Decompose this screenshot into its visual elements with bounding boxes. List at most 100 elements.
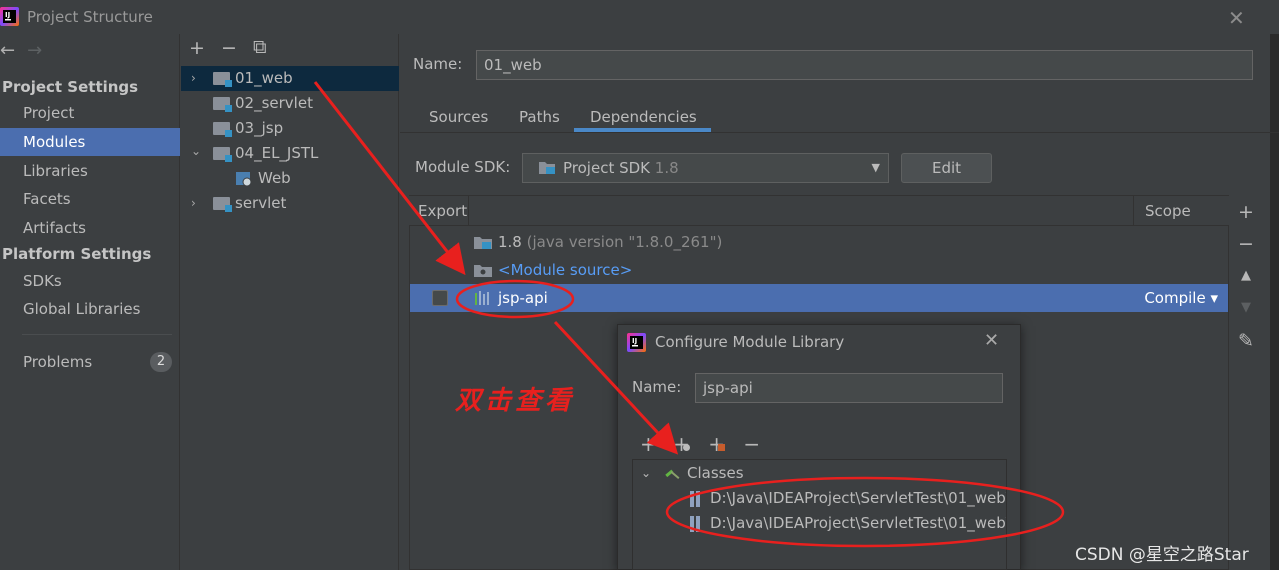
module-tree-item-servlet[interactable]: › servlet — [181, 191, 399, 216]
move-down-icon[interactable]: ▼ — [1234, 300, 1258, 315]
sdk-version: 1.8 — [654, 159, 679, 177]
remove-dependency-icon[interactable]: − — [1234, 233, 1258, 255]
module-tree-item-01-web[interactable]: › 01_web — [181, 66, 399, 91]
csdn-watermark: CSDN @星空之路Star — [1075, 545, 1249, 565]
module-folder-icon — [213, 97, 232, 112]
class-path-item[interactable]: D:\Java\IDEAProject\ServletTest\01_web\ — [633, 511, 1006, 536]
dependency-name: 1.8 (java version "1.8.0_261") — [498, 233, 723, 251]
attach-classes-icon[interactable]: + — [673, 432, 691, 456]
nav-arrows: ← → — [0, 40, 42, 61]
classes-label: Classes — [687, 464, 744, 482]
intellij-logo-icon: IJ — [627, 333, 646, 352]
chevron-right-icon[interactable]: › — [191, 66, 196, 91]
module-folder-icon — [213, 147, 232, 162]
tab-sources[interactable]: Sources — [429, 107, 488, 133]
classes-hammer-icon — [665, 469, 680, 479]
web-facet-icon — [236, 172, 252, 187]
library-name-input[interactable]: jsp-api — [695, 373, 1003, 403]
window-title: Project Structure — [27, 8, 153, 26]
module-sdk-dropdown[interactable]: Project SDK 1.8 ▼ — [522, 153, 889, 183]
column-header-export[interactable]: Export — [418, 202, 467, 220]
dependency-row-jsp-api[interactable]: jsp-api Compile ▾ — [410, 284, 1228, 312]
project-settings-header: Project Settings — [2, 78, 139, 96]
library-toolbar: + + + − — [640, 432, 760, 456]
module-tree-item-02-servlet[interactable]: 02_servlet — [181, 91, 399, 116]
sdk-value: Project SDK — [563, 159, 650, 177]
chevron-right-icon[interactable]: › — [191, 191, 196, 216]
add-dependency-icon[interactable]: + — [1234, 201, 1258, 223]
sidebar-item-artifacts[interactable]: Artifacts — [0, 214, 180, 242]
library-name-label: Name: — [632, 378, 682, 396]
module-label: servlet — [235, 194, 287, 212]
export-checkbox[interactable] — [432, 290, 448, 306]
intellij-logo-icon: IJ — [0, 7, 19, 26]
jar-icon — [690, 491, 700, 507]
remove-icon[interactable]: − — [743, 432, 760, 456]
module-label: 04_EL_JSTL — [235, 144, 319, 162]
dependencies-table-header — [409, 196, 1229, 226]
class-path-text: D:\Java\IDEAProject\ServletTest\01_web\ — [710, 489, 1006, 507]
problems-count-badge: 2 — [150, 352, 172, 372]
platform-settings-header: Platform Settings — [2, 245, 152, 263]
dialog-title: Configure Module Library — [655, 333, 845, 351]
copy-module-icon[interactable]: ⧉ — [253, 36, 267, 58]
attach-jar-icon[interactable]: + — [708, 432, 726, 456]
classes-root-node[interactable]: ⌄ Classes — [633, 461, 1006, 486]
sidebar-item-sdks[interactable]: SDKs — [0, 267, 180, 295]
chevron-down-icon[interactable]: ⌄ — [191, 139, 201, 164]
svg-text:IJ: IJ — [5, 11, 10, 19]
dependency-name: jsp-api — [498, 289, 548, 307]
class-path-text: D:\Java\IDEAProject\ServletTest\01_web\ — [710, 514, 1006, 532]
sidebar-item-facets[interactable]: Facets — [0, 185, 180, 213]
module-name-input[interactable]: 01_web — [476, 50, 1253, 80]
dependency-row-module-source[interactable]: <Module source> — [410, 256, 1228, 284]
sidebar-item-global-libraries[interactable]: Global Libraries — [0, 295, 180, 323]
column-header-scope[interactable]: Scope — [1145, 202, 1191, 220]
add-icon[interactable]: + — [640, 432, 657, 456]
remove-module-icon[interactable]: − — [221, 37, 237, 59]
title-bar — [0, 0, 1279, 34]
jar-icon — [690, 516, 700, 532]
module-folder-icon — [213, 197, 232, 212]
forward-arrow-icon[interactable]: → — [27, 40, 42, 61]
chevron-down-icon[interactable]: ⌄ — [641, 461, 651, 486]
module-name-label: Name: — [413, 55, 463, 73]
library-icon — [475, 291, 489, 305]
window-close-button[interactable]: ✕ — [1228, 6, 1245, 30]
scope-dropdown[interactable]: Compile ▾ — [1144, 284, 1218, 312]
tab-paths[interactable]: Paths — [519, 107, 560, 133]
dropdown-arrow-icon: ▼ — [871, 161, 880, 174]
sdk-folder-icon — [539, 162, 555, 174]
edit-sdk-button[interactable]: Edit — [901, 153, 992, 183]
module-sdk-label: Module SDK: — [415, 158, 511, 176]
column-divider — [468, 196, 469, 226]
edit-dependency-icon[interactable]: ✎ — [1234, 330, 1258, 352]
tabs-divider — [400, 132, 1279, 133]
module-tree-item-04-el-jstl[interactable]: ⌄ 04_EL_JSTL — [181, 141, 399, 166]
module-tree-item-web-facet[interactable]: Web — [181, 166, 399, 191]
sidebar-divider — [22, 334, 172, 335]
class-path-item[interactable]: D:\Java\IDEAProject\ServletTest\01_web\ — [633, 486, 1006, 511]
dialog-close-icon[interactable]: ✕ — [984, 330, 999, 351]
dependency-name: <Module source> — [498, 261, 633, 279]
sidebar-item-project[interactable]: Project — [0, 99, 180, 127]
add-module-icon[interactable]: + — [189, 37, 205, 59]
module-label: 02_servlet — [235, 94, 313, 112]
module-folder-icon — [213, 72, 232, 87]
back-arrow-icon[interactable]: ← — [0, 40, 15, 61]
facet-label: Web — [258, 169, 291, 187]
dependency-row-jdk[interactable]: 1.8 (java version "1.8.0_261") — [410, 228, 1228, 256]
window-edge — [1270, 34, 1279, 570]
dependency-detail: (java version "1.8.0_261") — [526, 233, 723, 251]
module-label: 01_web — [235, 69, 293, 87]
module-folder-icon — [213, 122, 232, 137]
column-divider — [1133, 196, 1134, 226]
svg-text:IJ: IJ — [632, 337, 637, 345]
jdk-folder-icon — [474, 237, 492, 249]
sidebar-item-libraries[interactable]: Libraries — [0, 157, 180, 185]
annotation-text: 双击查看 — [455, 386, 576, 416]
module-tree-item-03-jsp[interactable]: 03_jsp — [181, 116, 399, 141]
module-label: 03_jsp — [235, 119, 284, 137]
sidebar-item-modules[interactable]: Modules — [0, 128, 180, 156]
move-up-icon[interactable]: ▲ — [1234, 268, 1258, 283]
